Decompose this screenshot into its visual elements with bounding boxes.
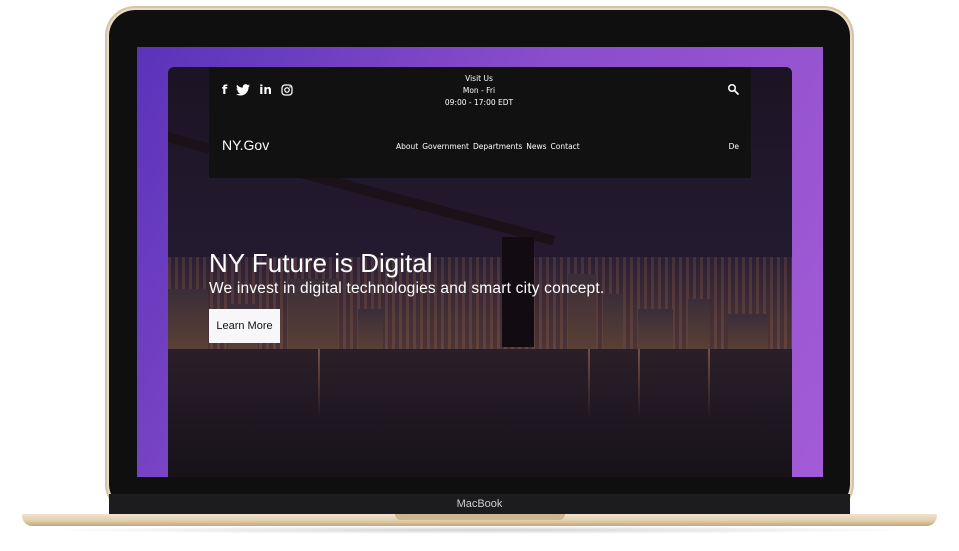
site-logo[interactable]: NY.Gov [222,137,269,153]
nav-item-about[interactable]: About [396,142,418,151]
search-icon[interactable] [727,83,739,95]
learn-more-button[interactable]: Learn More [209,309,280,343]
main-nav: About Government Departments News Contac… [396,142,580,151]
visit-days: Mon - Fri [462,86,496,95]
visit-info: Visit Us Mon - Fri 09:00 - 17:00 EDT [429,73,529,109]
twitter-icon[interactable] [236,84,251,96]
site-header: f in Visit Us Mon - Fri 09:00 - 17:00 ED… [209,67,751,178]
laptop-shadow [40,526,920,534]
linkedin-icon[interactable]: in [259,83,272,97]
laptop-screen: f in Visit Us Mon - Fri 09:00 - 17:00 ED… [137,47,823,477]
laptop-notch [395,514,565,520]
website: f in Visit Us Mon - Fri 09:00 - 17:00 ED… [168,67,792,477]
nav-item-departments[interactable]: Departments [473,142,522,151]
visit-title: Visit Us [465,74,493,83]
facebook-icon[interactable]: f [222,83,227,97]
nav-item-news[interactable]: News [526,142,546,151]
instagram-icon[interactable] [281,84,293,96]
device-brand: MacBook [456,498,503,510]
hero-subtitle: We invest in digital technologies and sm… [209,280,605,297]
visit-hours: 09:00 - 17:00 EDT [444,98,514,107]
nav-item-government[interactable]: Government [422,142,469,151]
laptop-chin: MacBook [109,494,850,516]
language-switch[interactable]: De [729,142,739,151]
nav-item-contact[interactable]: Contact [551,142,580,151]
river [168,349,792,477]
hero-title: NY Future is Digital [209,248,433,278]
social-links: f in [222,83,293,97]
